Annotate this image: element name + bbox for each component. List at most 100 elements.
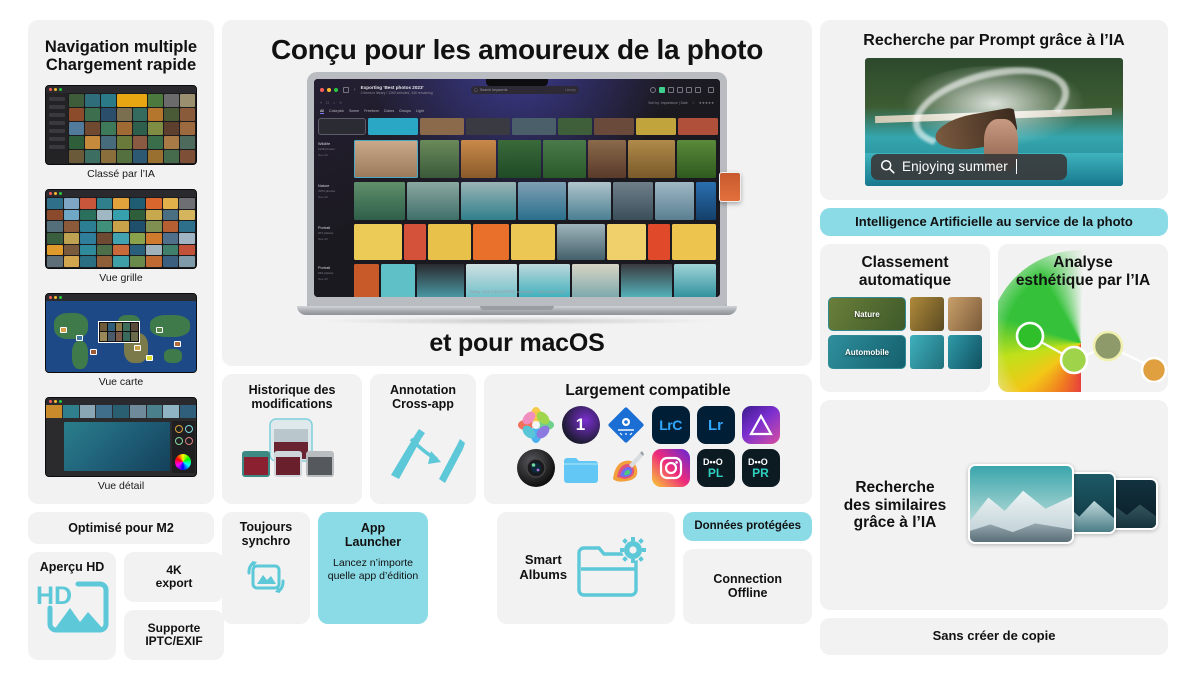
affinity-photo-icon[interactable]	[741, 406, 780, 445]
classification-thumb	[910, 335, 944, 370]
hd-image-icon: HD	[36, 581, 109, 633]
screenshot-caption: Vue grille	[99, 271, 143, 284]
classification-line1: Classement	[861, 254, 949, 272]
annotation-line2: Cross-app	[392, 397, 454, 411]
annotation-card: Annotation Cross-app	[370, 374, 476, 504]
history-line1: Historique des	[248, 383, 336, 397]
capture-one-icon[interactable]: 1	[561, 406, 600, 445]
section-count: 871 photos	[318, 231, 334, 236]
camera-icon[interactable]	[516, 449, 555, 488]
smart-albums-title: Smart Albums	[519, 553, 567, 582]
heart-icon[interactable]: ♡	[692, 101, 695, 105]
comment-icon[interactable]: ○	[333, 101, 335, 105]
app-launcher-title: App Launcher	[325, 521, 421, 549]
sync-line2: synchro	[241, 534, 291, 548]
section-row-nature: Nature 3073 photos See All	[314, 182, 720, 220]
app-search-placeholder: Search keywords	[479, 88, 508, 92]
export-column: 4K export Supporte IPTC/EXIF	[124, 551, 224, 660]
stars-icon[interactable]: ★★★★★	[699, 101, 714, 105]
thumb-tile-grid	[68, 93, 196, 164]
section-see-all[interactable]: See All	[318, 195, 352, 199]
lightroom-classic-icon[interactable]: LrC	[651, 406, 690, 445]
hero-card: Conçu pour les amoureux de la photo ‹ Ex…	[222, 20, 812, 366]
prompt-search-input[interactable]: Enjoying summer	[871, 153, 1067, 180]
app-title-text: Exporting 'Best photos 2023'	[360, 85, 424, 90]
section-see-all[interactable]: See All	[318, 237, 352, 241]
hero-headline: Conçu pour les amoureux de la photo	[271, 34, 763, 65]
chip-groups[interactable]: Groups	[399, 109, 411, 114]
lock-icon[interactable]: ☉	[339, 101, 342, 105]
chip-colors[interactable]: Colors	[384, 109, 394, 114]
splash-photo: Enjoying summer	[865, 57, 1123, 186]
app-search-field[interactable]: ◯ Search keywords Library	[470, 86, 579, 94]
svg-text:D••O: D••O	[703, 457, 723, 466]
screenshot-thumb	[45, 188, 197, 269]
photo-mechanic-icon[interactable]	[607, 406, 645, 444]
screenshot-ai-sorted: Classé par l’IA	[38, 84, 204, 180]
dxo-pl-label: PL	[707, 466, 724, 481]
app-filter-chips[interactable]: All Colorpick Scene Freeform Colors Grou…	[320, 109, 714, 114]
screenshot-caption: Classé par l’IA	[87, 167, 155, 180]
pixelmator-icon[interactable]	[607, 449, 645, 487]
prompt-search-card: Recherche par Prompt grâce à l’IA Enjoyi…	[820, 20, 1168, 200]
protected-data-label: Données protégées	[694, 520, 802, 532]
instagram-icon[interactable]	[651, 449, 690, 488]
category-banner-row	[314, 118, 720, 135]
section-row-wildlife: Wildlife 1128 photos See All	[314, 140, 720, 178]
right-column: Recherche par Prompt grâce à l’IA Enjoyi…	[820, 20, 1168, 655]
back-chevron-icon[interactable]: ‹	[354, 87, 356, 93]
finder-folder-icon[interactable]	[562, 449, 600, 487]
protected-data-card: Données protégées	[683, 512, 812, 541]
m2-optimized-label: Optimisé pour M2	[68, 520, 174, 535]
toolbar-icons[interactable]	[650, 87, 714, 93]
macbook-shadow	[321, 317, 713, 325]
version-stack-icon	[242, 418, 334, 477]
chip-colorpick[interactable]: Colorpick	[329, 109, 344, 114]
text-caret	[1015, 159, 1018, 175]
app-sort-label[interactable]: Sort by: Importance | Date	[648, 101, 688, 105]
export-4k-card: 4K export	[124, 551, 224, 602]
left-spacer-group: Toujours synchro App Launcher Lancez n’i…	[222, 512, 489, 624]
classification-tag-nature: Nature	[854, 309, 880, 319]
section-label: Portrait 871 photos See All	[318, 224, 352, 260]
classification-thumb-automobile: Automobile	[828, 335, 906, 370]
smart-folder-gear-icon	[577, 537, 647, 597]
app-window-title: Exporting 'Best photos 2023' 2 items in …	[361, 85, 433, 95]
launcher-sub2: quelle app d’édition	[327, 569, 419, 582]
chip-scene[interactable]: Scene	[349, 109, 359, 114]
photo-app-window: ‹ Exporting 'Best photos 2023' 2 items i…	[314, 79, 720, 297]
section-label: Wildlife 1128 photos See All	[318, 140, 352, 178]
aesthetic-title: Analyse esthétique par l’IA	[1006, 254, 1160, 289]
iptc-exif-card: Supporte IPTC/EXIF	[124, 609, 224, 660]
aesthetic-analysis-card: Analyse esthétique par l’IA	[998, 244, 1168, 393]
section-see-all[interactable]: See All	[318, 277, 352, 281]
sync-line1: Toujours	[239, 520, 293, 534]
app-status-text: Sorting: 44 of 7233 PORTRAIT unselected	[469, 290, 534, 294]
chip-all[interactable]: All	[320, 109, 324, 114]
section-see-all[interactable]: See All	[318, 153, 352, 157]
dxo-photolab-icon[interactable]: D••O PL	[696, 449, 735, 488]
tag-icon[interactable]: ☐	[326, 101, 329, 105]
chip-light[interactable]: Light	[416, 109, 424, 114]
apple-photos-icon[interactable]	[516, 406, 555, 445]
no-copy-label: Sans créer de copie	[932, 628, 1056, 644]
smart-albums-line1: Smart	[524, 552, 562, 568]
dxo-pureraw-icon[interactable]: D••O PR	[741, 449, 780, 488]
screenshot-grid-view: Vue grille	[38, 188, 204, 284]
add-icon[interactable]: +	[320, 101, 322, 105]
world-map	[46, 300, 196, 372]
navigation-title-line2: Chargement rapide	[45, 56, 197, 75]
chip-advanced[interactable]	[318, 118, 366, 135]
macbook-screen: ‹ Exporting 'Best photos 2023' 2 items i…	[314, 79, 720, 297]
screen-notch	[486, 79, 548, 86]
capture-one-label: 1	[575, 415, 586, 435]
history-title: Historique des modifications	[228, 383, 356, 411]
chip-freeform[interactable]: Freeform	[364, 109, 379, 114]
classification-thumb	[910, 297, 944, 332]
classification-grid: Nature Automobile	[828, 297, 982, 370]
sync-card: Toujours synchro	[222, 512, 310, 624]
classification-line2: automatique	[858, 271, 952, 289]
smart-albums-card: Smart Albums	[497, 512, 676, 624]
window-controls[interactable]	[320, 88, 338, 92]
lightroom-icon[interactable]: Lr	[696, 406, 735, 445]
